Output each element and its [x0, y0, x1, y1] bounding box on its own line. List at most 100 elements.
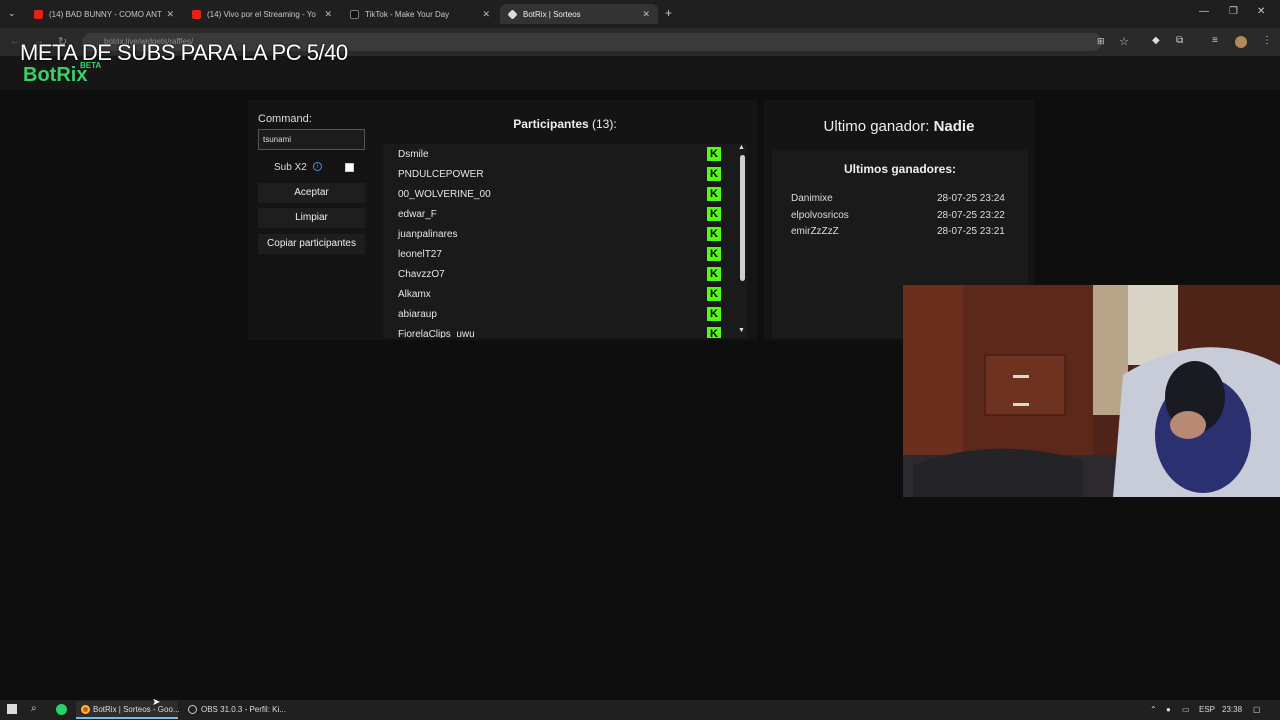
youtube-icon: [192, 9, 201, 19]
back-icon[interactable]: ←: [10, 36, 20, 47]
browser-tab[interactable]: (14) BAD BUNNY - COMO ANT ✕: [26, 4, 182, 24]
search-icon[interactable]: ⌕: [31, 703, 37, 714]
tab-title: BotRix | Sorteos: [523, 9, 581, 19]
browser-tab[interactable]: TikTok - Make Your Day ✕: [342, 4, 498, 24]
network-icon[interactable]: ▭: [1182, 705, 1190, 714]
participant-name: PNDULCEPOWER: [398, 169, 484, 180]
youtube-icon: [34, 9, 43, 19]
close-icon[interactable]: ✕: [166, 9, 174, 20]
winner-date: 28-07-25 23:22: [937, 210, 1005, 221]
participant-row: PNDULCEPOWER K: [383, 164, 725, 184]
participant-name: 00_WOLVERINE_00: [398, 189, 491, 200]
tiktok-icon: [350, 9, 359, 19]
whatsapp-icon[interactable]: [56, 704, 67, 715]
bookmark-star-icon[interactable]: ☆: [1119, 35, 1129, 48]
browser-tab-active[interactable]: BotRix | Sorteos ✕: [500, 4, 658, 24]
participants-list[interactable]: Dsmile K PNDULCEPOWER K 00_WOLVERINE_00 K e…: [383, 144, 737, 338]
winner-name: Danimixe: [791, 193, 833, 204]
close-icon[interactable]: ✕: [324, 9, 332, 20]
mouse-cursor-icon: ➤: [152, 697, 161, 708]
kick-icon: K: [707, 307, 721, 321]
tab-title: (14) Vivo por el Streaming - Yo: [207, 9, 316, 19]
tab-title: (14) BAD BUNNY - COMO ANT: [49, 9, 162, 19]
participant-row: Alkamx K: [383, 284, 725, 304]
tab-list-icon[interactable]: ⌄: [8, 8, 16, 19]
participant-row: FiorelaClips_uwu K: [383, 324, 725, 338]
scroll-down-icon[interactable]: ▼: [738, 327, 745, 334]
notifications-icon[interactable]: ▢: [1253, 705, 1261, 714]
browser-tab[interactable]: (14) Vivo por el Streaming - Yo ✕: [184, 4, 340, 24]
botrix-logo[interactable]: BotRix: [23, 64, 87, 87]
participant-row: juanpalinares K: [383, 224, 725, 244]
participant-name: abiaraup: [398, 309, 437, 320]
participant-name: Dsmile: [398, 149, 429, 160]
close-icon[interactable]: ✕: [482, 9, 490, 20]
webcam-overlay: [903, 285, 1280, 497]
webcam-feed-image: [903, 285, 1280, 497]
winners-list-title: Ultimos ganadores:: [843, 162, 957, 176]
participant-row: Dsmile K: [383, 144, 725, 164]
language-indicator[interactable]: ESP: [1199, 705, 1215, 714]
extension-diamond-icon[interactable]: ◆: [1152, 35, 1160, 46]
participant-row: leonelT27 K: [383, 244, 725, 264]
close-window-icon[interactable]: ✕: [1257, 6, 1265, 17]
obs-icon: [188, 705, 197, 714]
profile-avatar[interactable]: [1235, 36, 1247, 48]
winner-name: elpolvosricos: [791, 210, 849, 221]
extensions-puzzle-icon[interactable]: ⧉: [1176, 35, 1183, 46]
scrollbar-thumb[interactable]: [740, 155, 745, 281]
winner-name: emirZzZzZ: [791, 226, 839, 237]
close-icon[interactable]: ✕: [642, 9, 650, 20]
botrix-icon: [507, 8, 518, 20]
taskbar-item-obs[interactable]: OBS 31.0.3 - Perfil: Ki...: [201, 705, 286, 714]
media-control-icon[interactable]: ≡: [1212, 35, 1218, 46]
participant-name: Alkamx: [398, 289, 431, 300]
participant-row: ChavzzO7 K: [383, 264, 725, 284]
kick-icon: K: [707, 247, 721, 261]
info-icon[interactable]: i: [313, 162, 322, 171]
participant-name: edwar_F: [398, 209, 437, 220]
participants-count: (13):: [592, 117, 617, 131]
participants-title-label: Participantes: [513, 117, 589, 131]
command-label: Command:: [258, 113, 312, 125]
maximize-icon[interactable]: ❐: [1229, 6, 1238, 17]
minimize-icon[interactable]: —: [1199, 6, 1209, 17]
browser-menu-icon[interactable]: ⋮: [1262, 35, 1272, 46]
kick-icon: K: [707, 227, 721, 241]
participant-name: ChavzzO7: [398, 269, 445, 280]
sub-x2-label: Sub X2: [274, 162, 307, 173]
participant-row: edwar_F K: [383, 204, 725, 224]
winner-date: 28-07-25 23:24: [937, 193, 1005, 204]
tray-chevron-icon[interactable]: ⌃: [1150, 705, 1157, 714]
tab-title: TikTok - Make Your Day: [365, 9, 450, 19]
microphone-icon[interactable]: ●: [1166, 705, 1171, 714]
winner-date: 28-07-25 23:21: [937, 226, 1005, 237]
translate-icon[interactable]: ⊞: [1097, 36, 1105, 47]
kick-icon: K: [707, 187, 721, 201]
kick-icon: K: [707, 327, 721, 338]
clock[interactable]: 23:38: [1222, 705, 1242, 714]
windows-start-icon[interactable]: [7, 704, 17, 714]
copy-participants-button[interactable]: Copiar participantes: [258, 234, 365, 254]
sub-x2-checkbox[interactable]: [345, 163, 354, 172]
kick-icon: K: [707, 207, 721, 221]
command-input[interactable]: [258, 129, 365, 150]
participant-name: FiorelaClips_uwu: [398, 329, 475, 338]
accept-button[interactable]: Aceptar: [258, 183, 365, 203]
participant-name: leonelT27: [398, 249, 442, 260]
scroll-up-icon[interactable]: ▲: [738, 144, 745, 151]
kick-icon: K: [707, 287, 721, 301]
clear-button[interactable]: Limpiar: [258, 208, 365, 228]
kick-icon: K: [707, 167, 721, 181]
kick-icon: K: [707, 147, 721, 161]
new-tab-button[interactable]: +: [665, 6, 672, 20]
chrome-icon: [81, 705, 90, 714]
participants-title: Participantes (13):: [383, 117, 747, 131]
participant-row: abiaraup K: [383, 304, 725, 324]
stream-overlay-title: META DE SUBS PARA LA PC 5/40: [20, 40, 348, 65]
kick-icon: K: [707, 267, 721, 281]
last-winner-name: Nadie: [933, 118, 975, 135]
participant-row: 00_WOLVERINE_00 K: [383, 184, 725, 204]
participant-name: juanpalinares: [398, 229, 458, 240]
last-winner-label: Ultimo ganador:: [823, 118, 930, 135]
